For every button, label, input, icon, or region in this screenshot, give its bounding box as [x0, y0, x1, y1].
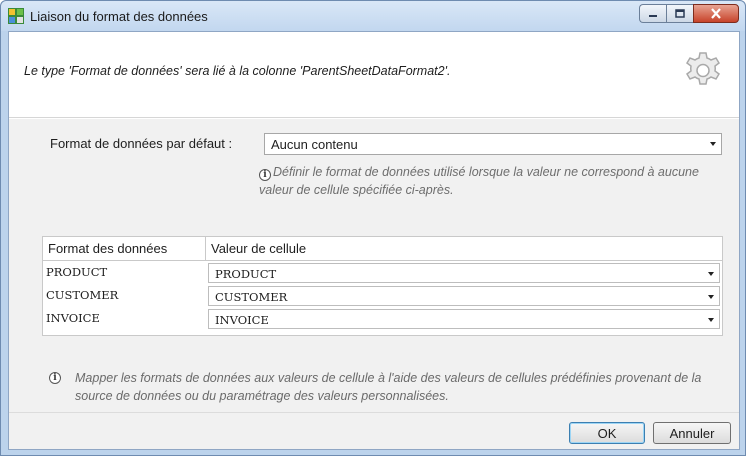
row-format-cell: PRODUCT — [46, 265, 108, 279]
close-icon — [711, 8, 721, 19]
dialog-client: Le type 'Format de données' sera lié à l… — [8, 31, 740, 450]
column-header-format: Format des données — [48, 241, 168, 256]
window-title: Liaison du format des données — [30, 9, 208, 24]
table-row[interactable]: INVOICE INVOICE — [43, 308, 722, 330]
dialog-body: Format de données par défaut : Aucun con… — [9, 119, 739, 412]
minimize-icon — [649, 14, 657, 17]
header-message: Le type 'Format de données' sera lié à l… — [24, 64, 451, 78]
dialog-window: Liaison du format des données Le type 'F… — [0, 0, 746, 456]
cell-value: CUSTOMER — [215, 290, 288, 304]
default-format-hint: i Définir le format de données utilisé lo… — [259, 163, 729, 199]
column-divider[interactable] — [205, 237, 206, 261]
cell-value: INVOICE — [215, 313, 269, 327]
cancel-button[interactable]: Annuler — [653, 422, 731, 444]
mapping-note: i Mapper les formats de données aux vale… — [49, 369, 713, 405]
cell-value-select[interactable]: CUSTOMER — [208, 286, 720, 306]
table-row[interactable]: PRODUCT PRODUCT — [43, 262, 722, 284]
row-format-cell: INVOICE — [46, 311, 100, 325]
title-bar[interactable]: Liaison du format des données — [1, 1, 745, 31]
default-format-select[interactable]: Aucun contenu — [264, 133, 722, 155]
close-button[interactable] — [693, 4, 739, 23]
dialog-header: Le type 'Format de données' sera lié à l… — [9, 32, 739, 118]
info-icon: i — [49, 372, 61, 384]
mapping-grid: Format des données Valeur de cellule PRO… — [42, 236, 723, 336]
chevron-down-icon — [708, 272, 714, 276]
minimize-button[interactable] — [639, 4, 666, 23]
cell-value: PRODUCT — [215, 267, 277, 281]
ok-button[interactable]: OK — [569, 422, 645, 444]
table-row[interactable]: CUSTOMER CUSTOMER — [43, 285, 722, 307]
row-format-cell: CUSTOMER — [46, 288, 119, 302]
cell-value-select[interactable]: PRODUCT — [208, 263, 720, 283]
dialog-footer: OK Annuler — [9, 412, 739, 449]
column-header-value: Valeur de cellule — [211, 241, 307, 256]
grid-header: Format des données Valeur de cellule — [43, 237, 722, 261]
default-format-value: Aucun contenu — [271, 137, 358, 152]
gear-icon — [686, 52, 720, 85]
cell-value-select[interactable]: INVOICE — [208, 309, 720, 329]
chevron-down-icon — [708, 318, 714, 322]
note-text: Mapper les formats de données aux valeur… — [75, 371, 702, 403]
app-icon — [8, 8, 24, 24]
chevron-down-icon — [708, 295, 714, 299]
maximize-button[interactable] — [666, 4, 693, 23]
hint-text: Définir le format de données utilisé lor… — [259, 165, 699, 197]
chevron-down-icon — [710, 142, 716, 146]
window-controls — [639, 4, 739, 23]
maximize-icon — [675, 8, 685, 18]
default-format-label: Format de données par défaut : — [50, 136, 233, 151]
info-icon: i — [259, 169, 271, 181]
